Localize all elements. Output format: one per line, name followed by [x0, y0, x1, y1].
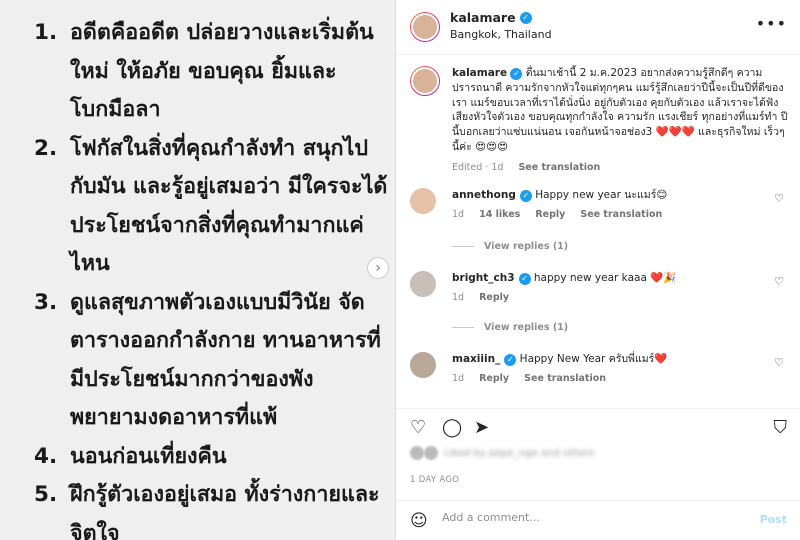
see-translation-button[interactable]: See translation: [524, 373, 606, 384]
more-options-icon[interactable]: •••: [756, 14, 787, 33]
item-text: อดีตคืออดีต ปล่อยวางและเริ่มต้นใหม่ ให้อ…: [70, 20, 374, 122]
reply-button[interactable]: Reply: [479, 292, 509, 303]
caption: kalamare ✓ ตื่นมาเช้านี้ 2 ม.ค.2023 อยาก…: [410, 66, 790, 176]
post-timestamp[interactable]: 1 DAY AGO: [410, 475, 459, 485]
avatar[interactable]: [410, 12, 440, 42]
comment-input[interactable]: [442, 511, 742, 524]
comment-time: 1d: [452, 209, 465, 220]
bookmark-icon[interactable]: ⛉: [774, 417, 788, 438]
item-number: 4.: [34, 443, 58, 469]
item-number: 5.: [34, 482, 58, 507]
verified-icon: ✓: [519, 190, 532, 202]
heart-icon[interactable]: ♡: [774, 192, 784, 205]
edited-time: Edited · 1d: [452, 161, 504, 173]
resolution-item: 1. อดีตคืออดีต ปล่อยวางและเริ่มต้นใหม่ ใ…: [34, 14, 394, 130]
post-header: kalamare ✓ Bangkok, Thailand •••: [396, 0, 800, 55]
see-translation-button[interactable]: See translation: [518, 162, 600, 173]
verified-icon: ✓: [510, 68, 523, 81]
item-number: 3.: [34, 289, 58, 315]
comment-time: 1d: [452, 373, 465, 384]
heart-icon[interactable]: ♡: [410, 417, 426, 438]
comment: bright_ch3 ✓ happy new year kaaa ❤️🎉 1d R…: [410, 271, 790, 305]
add-comment-bar: ☺ Post: [396, 500, 800, 540]
see-translation-button[interactable]: See translation: [580, 209, 662, 220]
likes-text[interactable]: Liked by pepe_nge and others: [444, 448, 595, 459]
comment-text: Happy New Year ครับพี่แมร์❤️: [519, 353, 668, 365]
emoji-icon[interactable]: ☺: [410, 511, 428, 531]
comment-text: happy new year kaaa ❤️🎉: [533, 272, 677, 284]
resolution-item: 4. นอนก่อนเที่ยงคืน: [34, 438, 394, 477]
username[interactable]: kalamare ✓: [450, 10, 532, 25]
comment: maxiiin_ ✓ Happy New Year ครับพี่แมร์❤️ 1…: [410, 352, 790, 386]
avatar[interactable]: [410, 188, 436, 214]
item-text: นอนก่อนเที่ยงคืน: [70, 443, 227, 469]
comment-icon[interactable]: ◯: [442, 417, 462, 438]
item-text: ฝึกรู้ตัวเองอยู่เสมอ ทั้งร่างกายและจิตใจ: [70, 482, 380, 540]
post-button[interactable]: Post: [760, 513, 787, 526]
resolution-item: 2. โฟกัสในสิ่งที่คุณกำลังทำ สนุกไปกับมัน…: [34, 130, 394, 284]
avatar[interactable]: [410, 66, 440, 96]
post-image: 1. อดีตคืออดีต ปล่อยวางและเริ่มต้นใหม่ ใ…: [0, 0, 395, 540]
item-number: 2.: [34, 135, 58, 161]
resolution-list: 1. อดีตคืออดีต ปล่อยวางและเริ่มต้นใหม่ ใ…: [34, 14, 394, 540]
comment-username[interactable]: bright_ch3: [452, 272, 515, 284]
comments-scroll[interactable]: kalamare ✓ ตื่นมาเช้านี้ 2 ม.ค.2023 อยาก…: [396, 56, 800, 406]
view-replies-button[interactable]: View replies (1): [452, 322, 568, 333]
likes-count[interactable]: 14 likes: [479, 209, 520, 220]
action-bar: ♡ ◯ ➤ ⛉: [396, 408, 800, 442]
chevron-right-icon[interactable]: ›: [367, 257, 389, 279]
heart-icon[interactable]: ♡: [774, 275, 784, 288]
verified-icon: ✓: [519, 11, 532, 24]
avatar[interactable]: [410, 352, 436, 378]
post-sidebar: kalamare ✓ Bangkok, Thailand ••• kalamar…: [395, 0, 800, 540]
verified-icon: ✓: [518, 273, 531, 285]
reply-button[interactable]: Reply: [535, 209, 565, 220]
comment-time: 1d: [452, 292, 465, 303]
view-replies-button[interactable]: View replies (1): [452, 241, 568, 252]
comment-username[interactable]: annethong: [452, 189, 516, 201]
resolution-item: 3. ดูแลสุขภาพตัวเองแบบมีวินัย จัดตารางออ…: [34, 284, 394, 438]
caption-text: ตื่นมาเช้านี้ 2 ม.ค.2023 อยากส่งความรู้ส…: [452, 67, 788, 153]
comment: annethong ✓ Happy new year นะแมร์😊 1d 14 …: [410, 188, 790, 222]
verified-icon: ✓: [504, 354, 517, 366]
reply-button[interactable]: Reply: [479, 373, 509, 384]
caption-username[interactable]: kalamare: [452, 67, 507, 79]
share-icon[interactable]: ➤: [474, 417, 489, 438]
heart-icon[interactable]: ♡: [774, 356, 784, 369]
liker-avatars: [410, 446, 438, 460]
avatar[interactable]: [410, 271, 436, 297]
comment-text: Happy new year นะแมร์😊: [535, 189, 668, 201]
item-text: ดูแลสุขภาพตัวเองแบบมีวินัย จัดตารางออกกำ…: [70, 289, 381, 431]
item-text: โฟกัสในสิ่งที่คุณกำลังทำ สนุกไปกับมัน แล…: [70, 135, 388, 277]
comment-username[interactable]: maxiiin_: [452, 353, 500, 365]
item-number: 1.: [34, 20, 58, 45]
location[interactable]: Bangkok, Thailand: [450, 28, 552, 41]
likes-row[interactable]: Liked by pepe_nge and others: [410, 446, 595, 460]
resolution-item: 5. ฝึกรู้ตัวเองอยู่เสมอ ทั้งร่างกายและจิ…: [34, 476, 394, 540]
